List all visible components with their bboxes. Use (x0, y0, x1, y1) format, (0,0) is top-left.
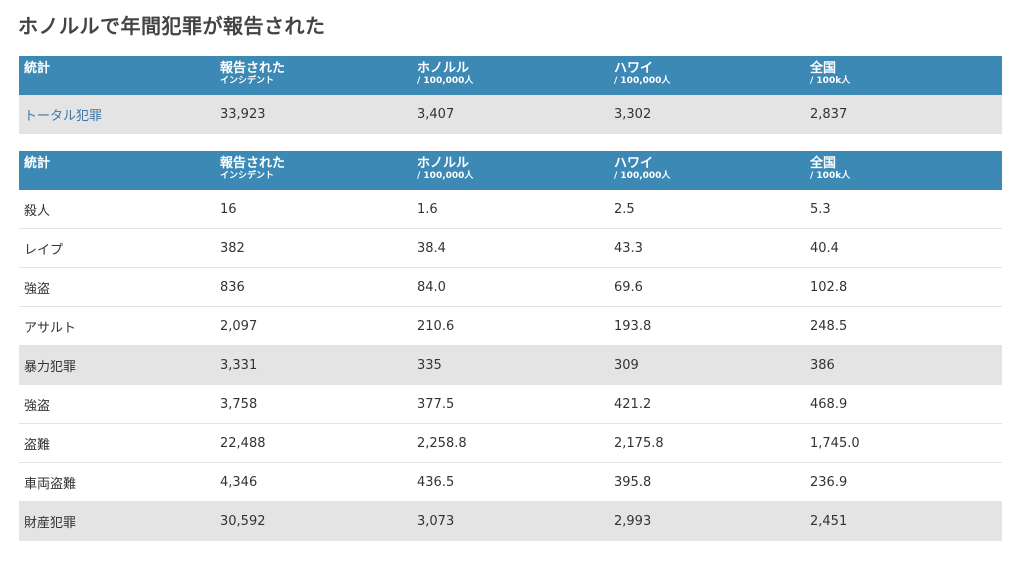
national-cell: 386 (805, 345, 1002, 385)
total-crime-table: 統計 報告された インシデント ホノルル/ 100,000人 ハワイ/ 100,0… (19, 56, 1002, 134)
header-incidents: 報告された インシデント (220, 61, 286, 87)
hawaii-cell: 2.5 (609, 190, 805, 229)
hawaii-cell: 69.6 (609, 267, 805, 307)
honolulu-cell: 84.0 (412, 267, 609, 307)
incidents-cell: 30,592 (215, 501, 412, 541)
stat-cell: レイプ (19, 228, 215, 268)
incidents-cell: 22,488 (215, 423, 412, 463)
table-row: レイプ 382 38.4 43.3 40.4 (19, 228, 1002, 268)
table-row-subtotal: 暴力犯罪 3,331 335 309 386 (19, 345, 1002, 385)
table-row: アサルト 2,097 210.6 193.8 248.5 (19, 306, 1002, 346)
national-cell: 468.9 (805, 384, 1002, 424)
national-cell: 2,837 (805, 95, 1002, 134)
incidents-cell: 3,331 (215, 345, 412, 385)
stat-cell: 殺人 (19, 190, 215, 229)
total-crime-link[interactable]: トータル犯罪 (24, 109, 102, 124)
honolulu-cell: 38.4 (412, 228, 609, 268)
national-cell: 40.4 (805, 228, 1002, 268)
hawaii-cell: 193.8 (609, 306, 805, 346)
incidents-cell: 382 (215, 228, 412, 268)
national-cell: 5.3 (805, 190, 1002, 229)
stat-cell[interactable]: トータル犯罪 (19, 95, 215, 134)
honolulu-cell: 2,258.8 (412, 423, 609, 463)
hawaii-cell: 3,302 (609, 95, 805, 134)
header-national: 全国/ 100k人 (810, 156, 851, 182)
national-cell: 2,451 (805, 501, 1002, 541)
header-honolulu: ホノルル/ 100,000人 (417, 61, 474, 87)
stat-cell: 強盗 (19, 267, 215, 307)
header-honolulu: ホノルル/ 100,000人 (417, 156, 474, 182)
table-header-row: 統計 報告された インシデント ホノルル/ 100,000人 ハワイ/ 100,0… (19, 151, 1002, 190)
honolulu-cell: 1.6 (412, 190, 609, 229)
table-row: 車両盗難 4,346 436.5 395.8 236.9 (19, 462, 1002, 502)
header-hawaii: ハワイ/ 100,000人 (614, 156, 671, 182)
stat-cell: 盗難 (19, 423, 215, 463)
national-cell: 236.9 (805, 462, 1002, 502)
table-row-subtotal: 財産犯罪 30,592 3,073 2,993 2,451 (19, 501, 1002, 541)
crime-breakdown-table: 統計 報告された インシデント ホノルル/ 100,000人 ハワイ/ 100,0… (19, 151, 1002, 541)
table-row: トータル犯罪 33,923 3,407 3,302 2,837 (19, 95, 1002, 134)
stat-cell: アサルト (19, 306, 215, 346)
incidents-cell: 836 (215, 267, 412, 307)
table-header-row: 統計 報告された インシデント ホノルル/ 100,000人 ハワイ/ 100,0… (19, 56, 1002, 95)
incidents-cell: 16 (215, 190, 412, 229)
hawaii-cell: 43.3 (609, 228, 805, 268)
honolulu-cell: 377.5 (412, 384, 609, 424)
national-cell: 1,745.0 (805, 423, 1002, 463)
header-incidents: 報告された インシデント (220, 156, 286, 182)
stat-cell: 車両盗難 (19, 462, 215, 502)
table-row: 盗難 22,488 2,258.8 2,175.8 1,745.0 (19, 423, 1002, 463)
national-cell: 248.5 (805, 306, 1002, 346)
honolulu-cell: 3,073 (412, 501, 609, 541)
table-row: 殺人 16 1.6 2.5 5.3 (19, 190, 1002, 229)
header-stat: 統計 (24, 61, 51, 76)
hawaii-cell: 395.8 (609, 462, 805, 502)
header-hawaii: ハワイ/ 100,000人 (614, 61, 671, 87)
hawaii-cell: 2,175.8 (609, 423, 805, 463)
national-cell: 102.8 (805, 267, 1002, 307)
page-title: ホノルルで年間犯罪が報告された (18, 14, 326, 38)
incidents-cell: 4,346 (215, 462, 412, 502)
honolulu-cell: 210.6 (412, 306, 609, 346)
stat-cell: 暴力犯罪 (19, 345, 215, 385)
table-row: 強盗 836 84.0 69.6 102.8 (19, 267, 1002, 307)
incidents-cell: 2,097 (215, 306, 412, 346)
stat-cell: 財産犯罪 (19, 501, 215, 541)
hawaii-cell: 2,993 (609, 501, 805, 541)
incidents-cell: 3,758 (215, 384, 412, 424)
hawaii-cell: 309 (609, 345, 805, 385)
honolulu-cell: 436.5 (412, 462, 609, 502)
hawaii-cell: 421.2 (609, 384, 805, 424)
header-national: 全国/ 100k人 (810, 61, 851, 87)
stat-cell: 強盗 (19, 384, 215, 424)
honolulu-cell: 3,407 (412, 95, 609, 134)
table-row: 強盗 3,758 377.5 421.2 468.9 (19, 384, 1002, 424)
incidents-cell: 33,923 (215, 95, 412, 134)
header-stat: 統計 (24, 156, 51, 171)
honolulu-cell: 335 (412, 345, 609, 385)
